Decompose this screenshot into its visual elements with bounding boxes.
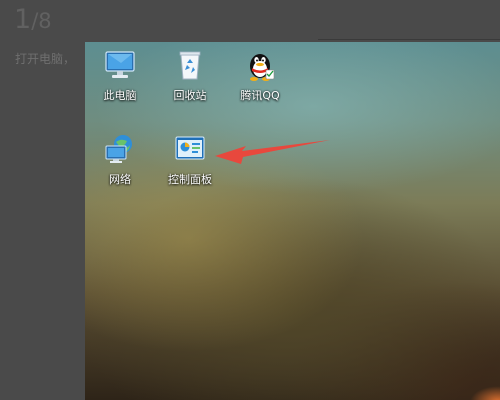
step-header: 1/8 xyxy=(14,4,52,35)
step-total: 8 xyxy=(38,9,52,33)
annotation-arrow xyxy=(215,140,330,164)
divider xyxy=(318,39,500,40)
wallpaper-glow xyxy=(470,386,500,400)
desktop-screenshot: 此电脑 回收站 腾讯QQ 网络 控制面板 xyxy=(85,42,500,400)
step-instruction: 打开电脑， xyxy=(15,52,76,66)
step-current: 1 xyxy=(14,4,32,35)
